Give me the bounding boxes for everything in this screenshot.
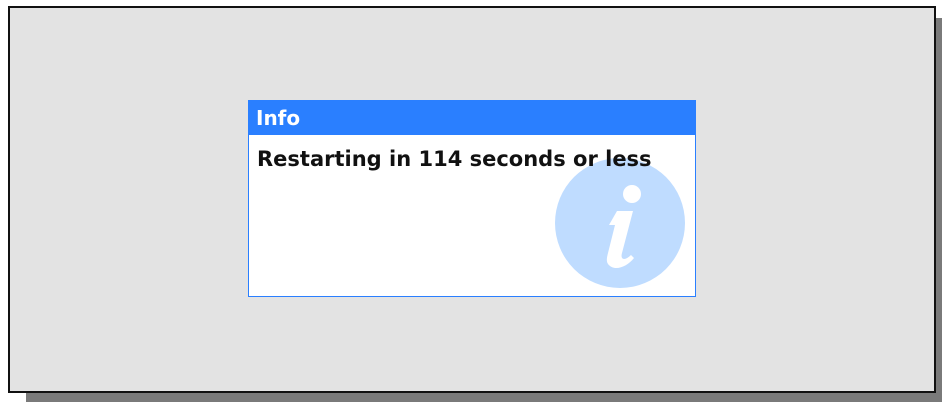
dialog-title: Info bbox=[249, 101, 695, 135]
info-icon bbox=[555, 158, 685, 288]
dialog-message: Restarting in 114 seconds or less bbox=[257, 147, 652, 171]
info-dialog: Info Restarting in 114 seconds or less bbox=[248, 100, 696, 297]
dialog-body: Restarting in 114 seconds or less bbox=[249, 135, 695, 296]
